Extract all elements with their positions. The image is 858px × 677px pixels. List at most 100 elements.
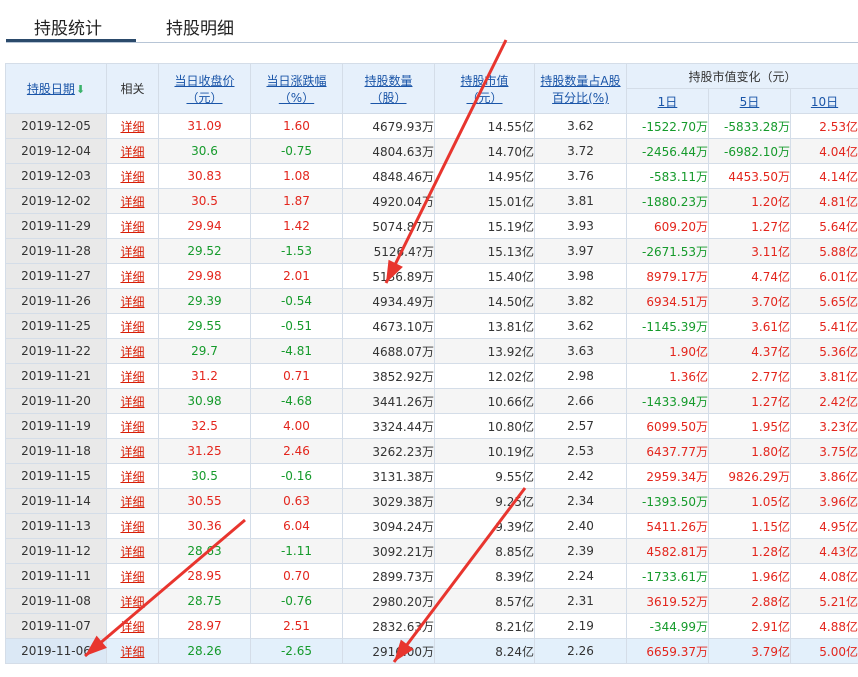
col-header-10d[interactable]: 10日	[789, 88, 858, 114]
sort-shares-link[interactable]: 持股数量	[364, 74, 412, 88]
mv-change-10d: 5.64亿	[789, 213, 858, 239]
close-price: 30.5	[158, 463, 251, 489]
detail-link[interactable]: 详细	[120, 395, 144, 409]
share-ratio: 2.66	[534, 388, 627, 414]
market-value: 15.19亿	[434, 213, 535, 239]
close-price: 29.52	[158, 238, 251, 264]
detail-link[interactable]: 详细	[120, 520, 144, 534]
market-value: 15.13亿	[434, 238, 535, 264]
row-date: 2019-11-07	[5, 613, 107, 639]
col-header-shares[interactable]: 持股数量 （股）	[342, 63, 435, 114]
col-header-1d[interactable]: 1日	[626, 88, 709, 114]
mv-change-1d: -1145.39万	[626, 313, 709, 339]
mv-change-10d: 5.21亿	[789, 588, 858, 614]
sort-ratio-link[interactable]: 持股数量占A股	[540, 74, 620, 88]
sort-change-link[interactable]: 当日涨跌幅	[266, 74, 326, 88]
share-ratio: 3.97	[534, 238, 627, 264]
row-date: 2019-12-03	[5, 163, 107, 189]
change-pct: 6.04	[250, 513, 343, 539]
share-count: 5074.87万	[342, 213, 435, 239]
share-ratio: 2.39	[534, 538, 627, 564]
mv-change-10d: 5.41亿	[789, 313, 858, 339]
detail-link[interactable]: 详细	[120, 245, 144, 259]
col-header-change[interactable]: 当日涨跌幅 （%）	[250, 63, 343, 114]
mv-change-5d: 1.27亿	[708, 213, 791, 239]
mv-change-5d: 1.15亿	[708, 513, 791, 539]
tab-bar: 持股统计 持股明细	[0, 0, 858, 44]
table-row: 2019-11-19 详细 32.5 4.00 3324.44万 10.80亿 2.57 60…	[5, 413, 858, 439]
share-count: 2832.63万	[342, 613, 435, 639]
table-row: 2019-11-25 详细 29.55 -0.51 4673.10万 13.81亿 3.62…	[5, 313, 858, 339]
mv-change-1d: -1393.50万	[626, 488, 709, 514]
mv-change-10d: 5.36亿	[789, 338, 858, 364]
sort-1d-link[interactable]: 1日	[658, 95, 678, 109]
detail-link[interactable]: 详细	[120, 570, 144, 584]
market-value: 14.70亿	[434, 138, 535, 164]
row-date: 2019-11-19	[5, 413, 107, 439]
col-header-date[interactable]: 持股日期⬇	[5, 63, 107, 114]
mv-change-1d: 609.20万	[626, 213, 709, 239]
change-pct: -0.76	[250, 588, 343, 614]
detail-link[interactable]: 详细	[120, 320, 144, 334]
detail-link[interactable]: 详细	[120, 470, 144, 484]
detail-link[interactable]: 详细	[120, 370, 144, 384]
share-count: 4679.93万	[342, 113, 435, 139]
table-body: 2019-12-05 详细 31.09 1.60 4679.93万 14.55亿 3.62-…	[5, 113, 858, 664]
mv-change-10d: 3.75亿	[789, 438, 858, 464]
col-header-close[interactable]: 当日收盘价 （元）	[158, 63, 251, 114]
mv-change-1d: -583.11万	[626, 163, 709, 189]
detail-link: 详细	[106, 463, 159, 489]
sort-5d-link[interactable]: 5日	[740, 95, 760, 109]
close-price: 29.7	[158, 338, 251, 364]
mv-change-1d: 8979.17万	[626, 263, 709, 289]
col-header-5d[interactable]: 5日	[708, 88, 791, 114]
share-ratio: 2.42	[534, 463, 627, 489]
close-price: 32.5	[158, 413, 251, 439]
detail-link[interactable]: 详细	[120, 595, 144, 609]
share-count: 3092.21万	[342, 538, 435, 564]
change-pct: -4.81	[250, 338, 343, 364]
mv-change-10d: 4.43亿	[789, 538, 858, 564]
mv-change-1d: 6099.50万	[626, 413, 709, 439]
detail-link[interactable]: 详细	[120, 495, 144, 509]
tab-holding-stats[interactable]: 持股统计	[34, 14, 102, 39]
row-date: 2019-11-28	[5, 238, 107, 264]
share-count: 2980.20万	[342, 588, 435, 614]
detail-link[interactable]: 详细	[120, 145, 144, 159]
mv-change-10d: 4.88亿	[789, 613, 858, 639]
row-date: 2019-11-14	[5, 488, 107, 514]
detail-link[interactable]: 详细	[120, 420, 144, 434]
sort-10d-link[interactable]: 10日	[811, 95, 838, 109]
mv-change-1d: 5411.26万	[626, 513, 709, 539]
mv-change-1d: 6437.77万	[626, 438, 709, 464]
detail-link[interactable]: 详细	[120, 120, 144, 134]
col-header-ratio[interactable]: 持股数量占A股 百分比(%)	[534, 63, 627, 114]
row-date: 2019-11-29	[5, 213, 107, 239]
tab-holding-detail[interactable]: 持股明细	[166, 14, 234, 39]
market-value: 9.25亿	[434, 488, 535, 514]
change-pct: -2.65	[250, 638, 343, 664]
detail-link[interactable]: 详细	[120, 620, 144, 634]
table-row: 2019-12-03 详细 30.83 1.08 4848.46万 14.95亿 3.76-…	[5, 163, 858, 189]
sort-close-link[interactable]: 当日收盘价	[174, 74, 234, 88]
row-date: 2019-11-27	[5, 263, 107, 289]
sort-date-link[interactable]: 持股日期	[27, 82, 75, 96]
detail-link[interactable]: 详细	[120, 295, 144, 309]
detail-link[interactable]: 详细	[120, 270, 144, 284]
detail-link[interactable]: 详细	[120, 195, 144, 209]
detail-link: 详细	[106, 138, 159, 164]
col-header-market-value[interactable]: 持股市值 （元）	[434, 63, 535, 114]
mv-change-10d: 3.81亿	[789, 363, 858, 389]
detail-link[interactable]: 详细	[120, 345, 144, 359]
detail-link[interactable]: 详细	[120, 545, 144, 559]
detail-link[interactable]: 详细	[120, 445, 144, 459]
close-price: 28.75	[158, 588, 251, 614]
change-pct: -1.11	[250, 538, 343, 564]
sort-mv-link[interactable]: 持股市值	[460, 74, 508, 88]
detail-link[interactable]: 详细	[120, 645, 144, 659]
detail-link[interactable]: 详细	[120, 170, 144, 184]
table-row: 2019-11-15 详细 30.5 -0.16 3131.38万 9.55亿 2.42 29…	[5, 463, 858, 489]
detail-link[interactable]: 详细	[120, 220, 144, 234]
mv-change-10d: 4.81亿	[789, 188, 858, 214]
market-value: 12.02亿	[434, 363, 535, 389]
